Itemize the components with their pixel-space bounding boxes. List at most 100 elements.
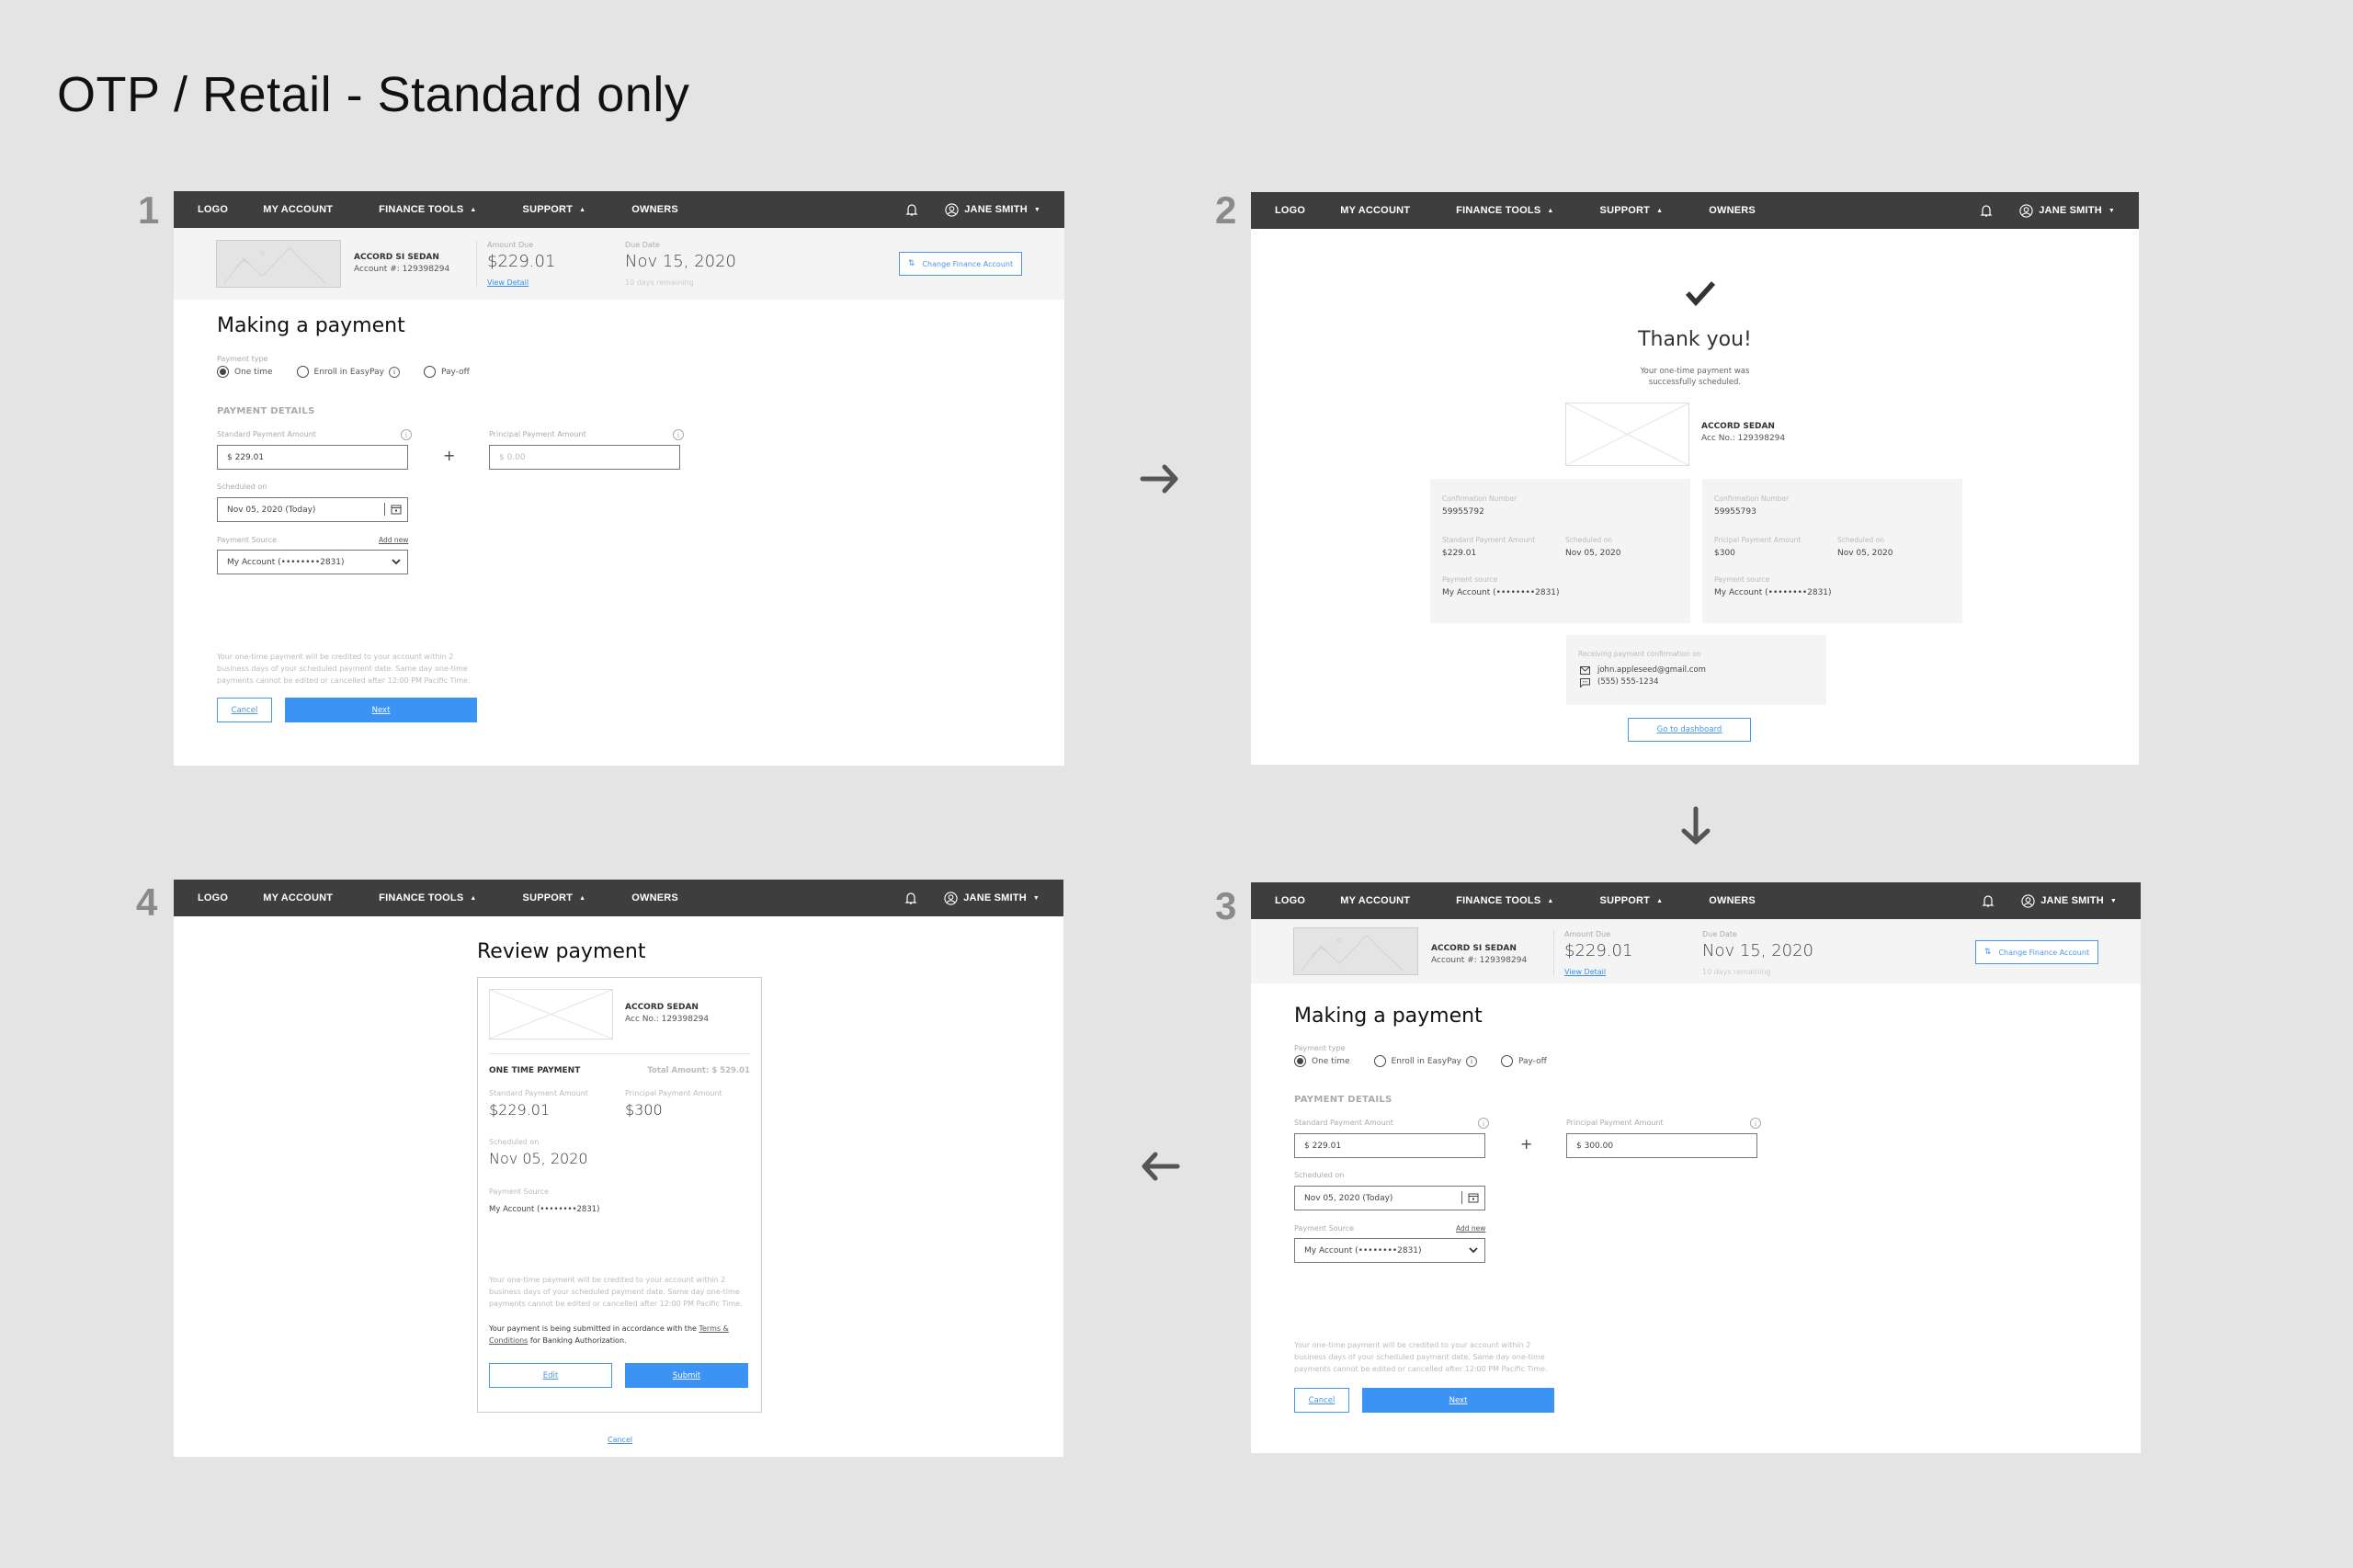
add-new-link[interactable]: Add new <box>1456 1224 1485 1233</box>
info-icon[interactable]: i <box>401 429 412 440</box>
edit-button[interactable]: Edit <box>489 1363 612 1388</box>
scheduled-date-input[interactable]: Nov 05, 2020 (Today) <box>1294 1186 1485 1210</box>
panel-step-2: LOGO MY ACCOUNT FINANCE TOOLS ▲ SUPPORT ▲ … <box>1251 192 2139 765</box>
radio-selected-icon <box>1294 1055 1306 1067</box>
payment-source-select[interactable]: My Account (••••••••2831) <box>217 550 408 574</box>
principal-amount-input[interactable]: $ 300.00 <box>1566 1133 1757 1158</box>
info-icon[interactable]: i <box>1465 1055 1477 1067</box>
scheduled-label: Scheduled on <box>1565 536 1612 544</box>
user-menu[interactable]: JANE SMITH ▼ <box>963 892 1040 903</box>
nav-logo[interactable]: LOGO <box>1275 205 1305 216</box>
change-finance-account-button[interactable]: ⇅ Change Finance Account <box>1975 940 2098 964</box>
nav-logo[interactable]: LOGO <box>198 204 228 215</box>
plus-sign: + <box>1520 1135 1533 1153</box>
standard-amount-input[interactable]: $ 229.01 <box>217 445 408 470</box>
nav-my-account[interactable]: MY ACCOUNT <box>263 204 333 215</box>
radio-easypay[interactable]: Enroll in EasyPay i <box>296 366 400 378</box>
nav-owners[interactable]: OWNERS <box>631 204 678 215</box>
chevron-down-icon <box>392 559 401 565</box>
submit-button[interactable]: Submit <box>625 1363 748 1388</box>
nav-my-account[interactable]: MY ACCOUNT <box>1340 205 1410 216</box>
section-heading: PAYMENT DETAILS <box>217 406 315 416</box>
view-detail-link[interactable]: View Detail <box>487 278 529 287</box>
user-avatar-icon[interactable] <box>945 202 959 217</box>
info-icon[interactable]: i <box>388 366 400 378</box>
navbar: LOGO MY ACCOUNT FINANCE TOOLS ▲ SUPPORT ▲ … <box>174 191 1064 228</box>
nav-owners[interactable]: OWNERS <box>631 892 678 903</box>
nav-my-account[interactable]: MY ACCOUNT <box>263 892 333 903</box>
bell-icon[interactable] <box>904 202 919 217</box>
confirmation-phone: (555) 555-1234 <box>1597 677 1659 687</box>
radio-one-time[interactable]: One time <box>217 366 273 378</box>
bell-icon[interactable] <box>904 891 918 905</box>
next-button[interactable]: Next <box>285 698 477 722</box>
next-button[interactable]: Next <box>1362 1388 1554 1413</box>
info-icon[interactable]: i <box>1478 1118 1489 1129</box>
scheduled-on-label: Scheduled on <box>1294 1171 1345 1179</box>
standard-amount-input[interactable]: $ 229.01 <box>1294 1133 1485 1158</box>
add-new-link[interactable]: Add new <box>379 536 408 544</box>
amount-value: $229.01 <box>1442 549 1477 558</box>
page-title: Review payment <box>477 940 646 963</box>
radio-label: One time <box>1312 1056 1350 1066</box>
due-date-value: Nov 15, 2020 <box>625 252 737 271</box>
calendar-icon[interactable] <box>391 504 402 515</box>
user-avatar-icon[interactable] <box>2021 893 2035 908</box>
principal-amount-input[interactable]: $ 0.00 <box>489 445 680 470</box>
nav-finance-tools[interactable]: FINANCE TOOLS ▲ <box>379 204 476 215</box>
cancel-link[interactable]: Cancel <box>608 1436 632 1444</box>
user-avatar-icon[interactable] <box>2019 203 2033 218</box>
caret-up-icon: ▲ <box>579 206 586 213</box>
panel-step-1: LOGO MY ACCOUNT FINANCE TOOLS ▲ SUPPORT ▲ … <box>174 191 1064 766</box>
user-menu[interactable]: JANE SMITH ▼ <box>2039 205 2115 216</box>
nav-finance-tools[interactable]: FINANCE TOOLS ▲ <box>379 892 476 903</box>
user-avatar-icon[interactable] <box>944 891 958 905</box>
account-number: Acc No.: 129398294 <box>1701 434 1786 443</box>
amount-due-value: $229.01 <box>487 252 556 271</box>
caret-down-icon: ▼ <box>2109 897 2117 904</box>
terms-suffix: for Banking Authorization. <box>528 1336 627 1345</box>
nav-logo[interactable]: LOGO <box>1275 895 1305 906</box>
nav-support[interactable]: SUPPORT ▲ <box>1600 895 1664 906</box>
radio-icon <box>1373 1055 1386 1067</box>
nav-finance-tools[interactable]: FINANCE TOOLS ▲ <box>1456 895 1553 906</box>
user-menu[interactable]: JANE SMITH ▼ <box>964 204 1040 215</box>
nav-owners[interactable]: OWNERS <box>1709 895 1756 906</box>
change-finance-account-button[interactable]: ⇅ Change Finance Account <box>899 252 1022 276</box>
input-value: Nov 05, 2020 (Today) <box>1304 1193 1393 1203</box>
section-heading: PAYMENT DETAILS <box>1294 1095 1392 1105</box>
nav-support[interactable]: SUPPORT ▲ <box>523 892 586 903</box>
nav-support[interactable]: SUPPORT ▲ <box>1600 205 1664 216</box>
scheduled-value: Nov 05, 2020 <box>1837 549 1893 558</box>
left-arrow-icon <box>1137 1143 1183 1189</box>
go-to-dashboard-button[interactable]: Go to dashboard <box>1628 718 1751 742</box>
cancel-button[interactable]: Cancel <box>217 698 272 722</box>
nav-support[interactable]: SUPPORT ▲ <box>523 204 586 215</box>
radio-one-time[interactable]: One time <box>1294 1055 1350 1067</box>
step-number-4: 4 <box>136 881 158 924</box>
radio-easypay[interactable]: Enroll in EasyPay i <box>1373 1055 1477 1067</box>
cancel-button[interactable]: Cancel <box>1294 1388 1349 1413</box>
nav-logo[interactable]: LOGO <box>198 892 228 903</box>
nav-finance-tools[interactable]: FINANCE TOOLS ▲ <box>1456 205 1553 216</box>
vehicle-image-placeholder <box>216 240 341 288</box>
calendar-icon[interactable] <box>1468 1192 1479 1203</box>
navbar: LOGO MY ACCOUNT FINANCE TOOLS ▲ SUPPORT ▲ … <box>1251 192 2139 229</box>
input-value: Nov 05, 2020 (Today) <box>227 505 316 515</box>
radio-pay-off[interactable]: Pay-off <box>1500 1055 1547 1067</box>
radio-pay-off[interactable]: Pay-off <box>423 366 470 378</box>
scheduled-date-input[interactable]: Nov 05, 2020 (Today) <box>217 497 408 522</box>
user-name: JANE SMITH <box>2039 205 2102 216</box>
bell-icon[interactable] <box>1981 893 1995 908</box>
radio-label: One time <box>234 367 273 377</box>
info-icon[interactable]: i <box>673 429 684 440</box>
select-value: My Account (••••••••2831) <box>1304 1245 1422 1256</box>
nav-owners[interactable]: OWNERS <box>1709 205 1756 216</box>
payment-source-select[interactable]: My Account (••••••••2831) <box>1294 1238 1485 1263</box>
nav-my-account[interactable]: MY ACCOUNT <box>1340 895 1410 906</box>
info-icon[interactable]: i <box>1750 1118 1761 1129</box>
user-menu[interactable]: JANE SMITH ▼ <box>2040 895 2117 906</box>
principal-amount-value: $300 <box>625 1101 663 1119</box>
bell-icon[interactable] <box>1979 203 1994 218</box>
view-detail-link[interactable]: View Detail <box>1564 968 1606 976</box>
